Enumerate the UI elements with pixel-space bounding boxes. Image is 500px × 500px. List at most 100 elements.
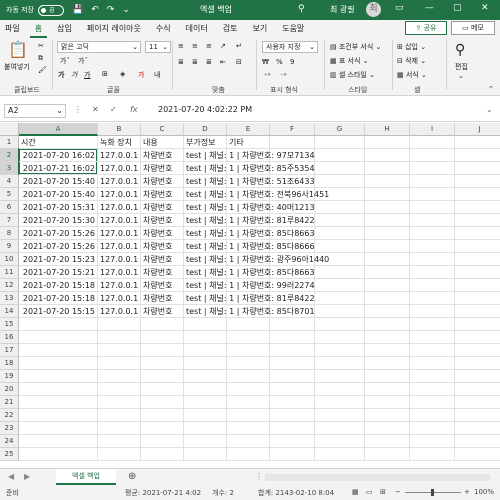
grid-cell[interactable]: [141, 357, 184, 370]
grid-cell[interactable]: 2021-07-20 15:23: [19, 253, 98, 266]
grid-cell[interactable]: test | 채널: 1 | 차량번호: 81루8422: [184, 214, 315, 227]
next-sheet-icon[interactable]: ▶: [24, 472, 30, 481]
row-header[interactable]: 23: [0, 422, 19, 435]
autosave-toggle[interactable]: 끔: [38, 4, 64, 16]
grid-cell[interactable]: test | 채널: 1 | 차량번호: 40머1213: [184, 201, 315, 214]
grid-cell[interactable]: [315, 292, 365, 305]
grid-cell[interactable]: [19, 396, 98, 409]
grid-cell[interactable]: [365, 201, 410, 214]
column-header[interactable]: F: [270, 123, 315, 136]
grid-cell[interactable]: 2021-07-21 16:02: [19, 162, 98, 175]
grid-cell[interactable]: [98, 370, 141, 383]
redo-icon[interactable]: ↷: [107, 5, 115, 15]
grid-cell[interactable]: [365, 318, 410, 331]
decrease-decimal-icon[interactable]: ⁻⁰: [280, 72, 287, 80]
column-header[interactable]: A: [19, 123, 98, 136]
grid-cell[interactable]: 차량번호: [141, 292, 184, 305]
grid-cell[interactable]: [455, 266, 500, 279]
grid-cell[interactable]: [455, 305, 500, 318]
grid-cell[interactable]: [227, 357, 270, 370]
merge-cells-icon[interactable]: ⊟: [236, 58, 242, 66]
grid-cell[interactable]: [315, 357, 365, 370]
normal-view-icon[interactable]: ▦: [352, 488, 359, 496]
status-average[interactable]: 평균: 2021-07-21 4:02: [125, 488, 201, 498]
row-header[interactable]: 22: [0, 409, 19, 422]
grid-cell[interactable]: [98, 383, 141, 396]
grid-cell[interactable]: [455, 318, 500, 331]
grid-cell[interactable]: [315, 201, 365, 214]
grid-cell[interactable]: [455, 188, 500, 201]
paste-icon[interactable]: 📋: [8, 40, 28, 59]
grid-cell[interactable]: test | 채널: 1 | 차량번호: 99러2274: [184, 279, 315, 292]
grid-cell[interactable]: [184, 318, 227, 331]
number-format-select[interactable]: 사용자 지정 ⌄: [262, 41, 318, 53]
grid-cell[interactable]: [19, 448, 98, 461]
spreadsheet-grid[interactable]: A B C D E F G H I J 1 시간 녹화 장치 내용 부가정보 기타 2 2021-07-20 16…: [0, 123, 500, 468]
row-header[interactable]: 11: [0, 266, 19, 279]
grid-cell[interactable]: [19, 318, 98, 331]
grid-cell[interactable]: 차량번호: [141, 201, 184, 214]
grid-cell[interactable]: 차량번호: [141, 214, 184, 227]
grid-cell[interactable]: [315, 175, 365, 188]
grid-cell[interactable]: [270, 409, 315, 422]
accounting-format-icon[interactable]: ₩: [262, 58, 269, 66]
grid-cell[interactable]: 127.0.0.1: [98, 266, 141, 279]
grid-cell[interactable]: [455, 396, 500, 409]
grid-cell[interactable]: [365, 162, 410, 175]
grid-cell[interactable]: [141, 435, 184, 448]
font-size-select[interactable]: 11 ⌄: [145, 41, 171, 53]
grid-cell[interactable]: [184, 448, 227, 461]
grid-cell[interactable]: [365, 305, 410, 318]
grid-cell[interactable]: 127.0.0.1: [98, 162, 141, 175]
grid-cell[interactable]: [98, 344, 141, 357]
phonetic-icon[interactable]: 내: [154, 70, 160, 80]
zoom-out-icon[interactable]: −: [395, 488, 401, 496]
grid-cell[interactable]: [365, 448, 410, 461]
grid-cell[interactable]: [315, 162, 365, 175]
grid-cell[interactable]: [315, 435, 365, 448]
grid-cell[interactable]: test | 채널: 1 | 차량번호: 85다8663: [184, 266, 315, 279]
grid-cell[interactable]: [365, 396, 410, 409]
select-all-corner[interactable]: [0, 123, 19, 136]
grid-cell[interactable]: [455, 240, 500, 253]
cancel-icon[interactable]: ✕: [92, 105, 99, 114]
zoom-level[interactable]: 100%: [474, 488, 494, 496]
row-header[interactable]: 16: [0, 331, 19, 344]
grid-cell[interactable]: [455, 383, 500, 396]
grid-cell[interactable]: [455, 149, 500, 162]
grid-cell[interactable]: [184, 435, 227, 448]
grid-cell[interactable]: [315, 266, 365, 279]
grid-cell[interactable]: [98, 318, 141, 331]
grid-cell[interactable]: test | 채널: 1 | 차량번호: 85다8701: [184, 305, 315, 318]
grid-cell[interactable]: [365, 175, 410, 188]
grid-cell[interactable]: [19, 435, 98, 448]
grid-cell[interactable]: [227, 448, 270, 461]
grid-cell[interactable]: [19, 370, 98, 383]
grid-cell[interactable]: [227, 318, 270, 331]
row-header[interactable]: 24: [0, 435, 19, 448]
grid-cell[interactable]: 127.0.0.1: [98, 240, 141, 253]
grid-cell[interactable]: [455, 435, 500, 448]
grid-cell[interactable]: 2021-07-20 15:30: [19, 214, 98, 227]
row-header[interactable]: 1: [0, 136, 19, 149]
tab-formulas[interactable]: 수식: [151, 20, 176, 38]
horizontal-scrollbar[interactable]: [265, 474, 490, 481]
grid-cell[interactable]: [410, 409, 455, 422]
grid-cell[interactable]: [141, 331, 184, 344]
grid-cell[interactable]: 127.0.0.1: [98, 149, 141, 162]
insert-cells-button[interactable]: ⊞ 삽입 ⌄: [397, 42, 426, 52]
row-header[interactable]: 4: [0, 175, 19, 188]
grid-cell[interactable]: [227, 331, 270, 344]
row-header[interactable]: 6: [0, 201, 19, 214]
avatar[interactable]: 최: [366, 2, 381, 17]
grid-cell[interactable]: [365, 136, 410, 149]
grid-cell[interactable]: 127.0.0.1: [98, 188, 141, 201]
grid-cell[interactable]: [98, 422, 141, 435]
format-painter-icon[interactable]: 🖌: [38, 66, 47, 74]
delete-cells-button[interactable]: ⊟ 삭제 ⌄: [397, 56, 426, 66]
grid-cell[interactable]: 2021-07-20 15:18: [19, 279, 98, 292]
tab-review[interactable]: 검토: [218, 20, 243, 38]
row-header[interactable]: 25: [0, 448, 19, 461]
grid-cell[interactable]: [410, 344, 455, 357]
grid-cell[interactable]: [19, 409, 98, 422]
